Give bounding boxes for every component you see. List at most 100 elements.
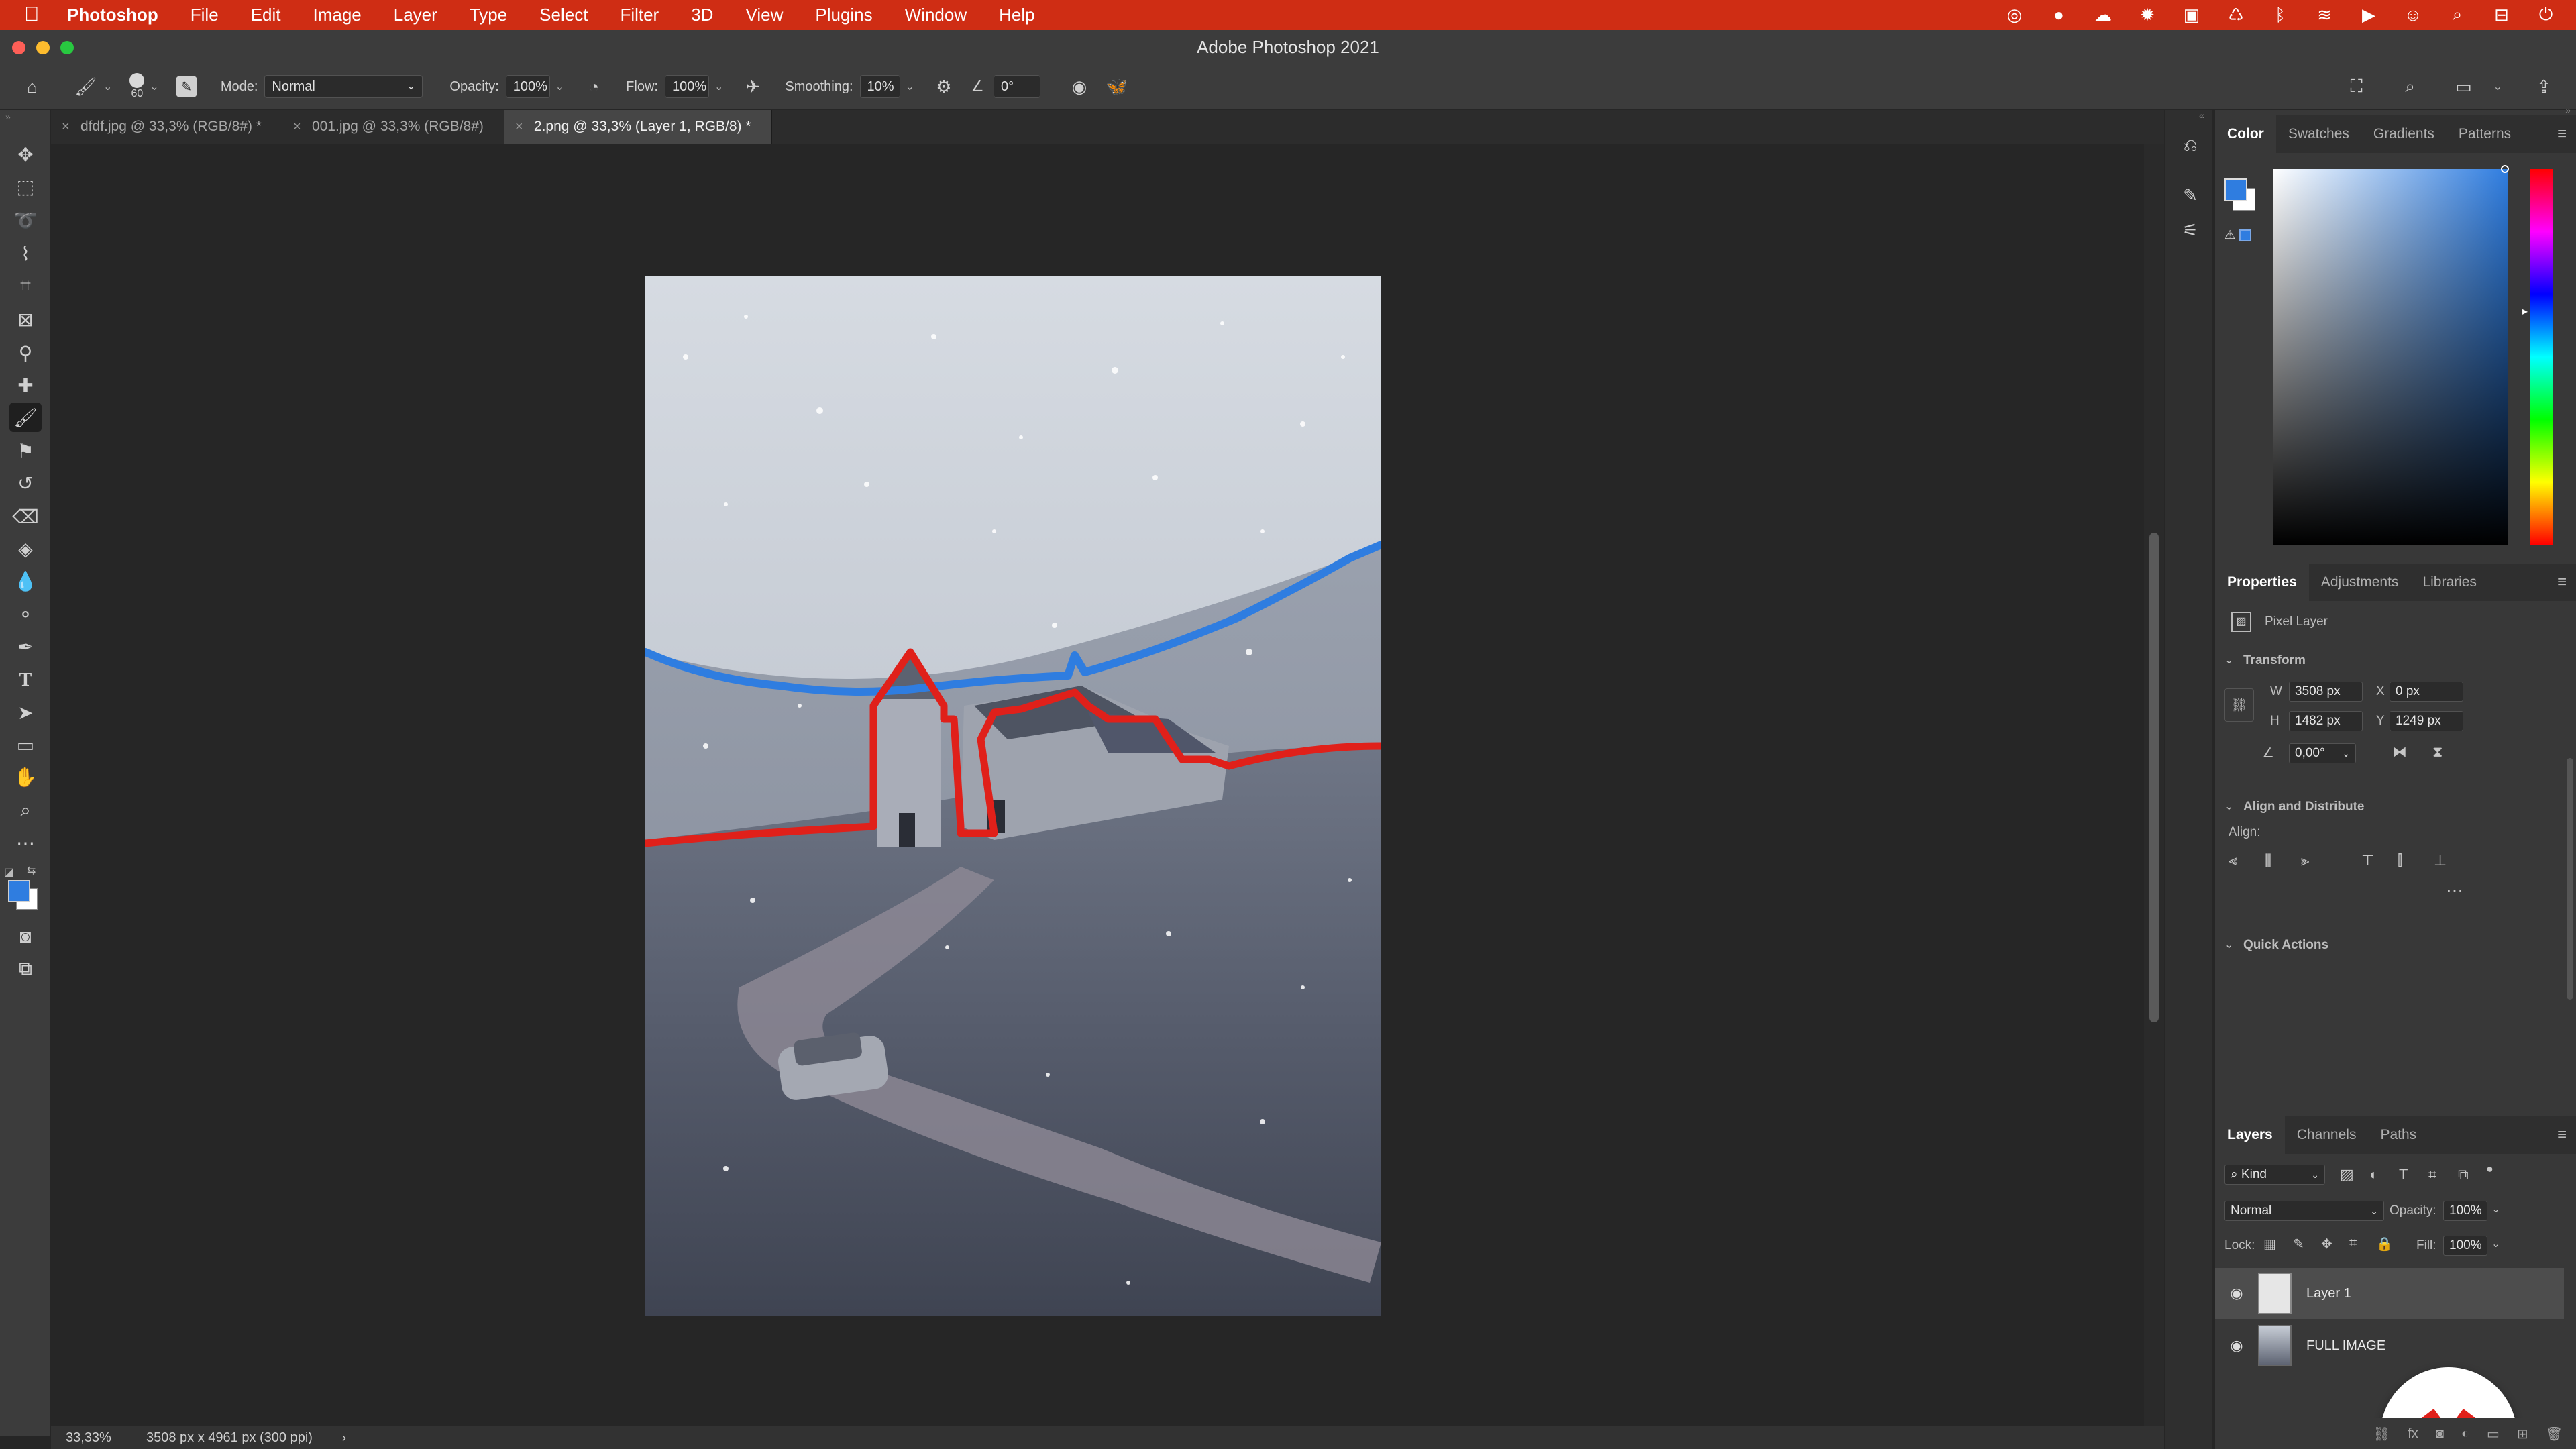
link-proportions-icon[interactable]: ⛓ (2224, 688, 2254, 722)
link-layers-icon[interactable]: ⛓ (2373, 1426, 2390, 1442)
symmetry-icon[interactable]: 🦋 (1105, 74, 1129, 99)
flip-vertical-icon[interactable]: ⧗ (2432, 743, 2443, 761)
tab-properties[interactable]: Properties (2215, 564, 2309, 601)
layer-effects-icon[interactable]: fx (2408, 1426, 2418, 1442)
filter-adjustment-icon[interactable]: ◐ (2369, 1166, 2378, 1183)
menu-layer[interactable]: Layer (394, 5, 437, 25)
zoom-tool-icon[interactable]: ⌕ (9, 796, 42, 825)
websafe-color-icon[interactable] (2239, 229, 2251, 241)
eye-icon[interactable]: ◉ (2215, 1337, 2258, 1354)
tool-presets-icon[interactable]: ⚟ (2175, 215, 2206, 246)
close-tab-icon[interactable]: × (293, 110, 301, 144)
mode-select[interactable]: Normal ⌄ (264, 75, 423, 98)
tab-001[interactable]: × 001.jpg @ 33,3% (RGB/8#) (282, 110, 504, 144)
x-input[interactable]: 0 px (2390, 682, 2463, 702)
document-canvas[interactable] (645, 276, 1381, 1316)
quick-mask-icon[interactable]: ◙ (9, 922, 42, 951)
history-brush-tool-icon[interactable]: ↺ (9, 468, 42, 498)
panel-menu-icon[interactable]: ≡ (2557, 1116, 2567, 1154)
y-input[interactable]: 1249 px (2390, 711, 2463, 731)
collapse-dock-icon[interactable]: « (2199, 110, 2204, 121)
gamut-warning-icon[interactable]: ⚠ (2224, 228, 2235, 242)
filter-pixel-icon[interactable]: ▨ (2340, 1166, 2354, 1183)
transform-title[interactable]: Transform (2243, 653, 2306, 668)
chevron-down-icon[interactable]: ⌄ (2491, 1202, 2500, 1216)
color-picker-handle[interactable] (2501, 165, 2509, 173)
brush-tool-icon[interactable]: 🖌 (9, 402, 42, 432)
lock-pixels-icon[interactable]: ✎ (2293, 1236, 2304, 1252)
cloud-sync-icon[interactable]: ☁ (2093, 5, 2113, 25)
menu-help[interactable]: Help (999, 5, 1034, 25)
more-tools-icon[interactable]: ⋯ (9, 828, 42, 857)
align-left-icon[interactable]: ⫷ (2229, 852, 2237, 869)
panel-menu-icon[interactable]: ≡ (2557, 115, 2567, 153)
menu-app-name[interactable]: Photoshop (67, 5, 158, 25)
menu-3d[interactable]: 3D (691, 5, 713, 25)
layer-row-layer-1[interactable]: ◉ Layer 1 (2215, 1268, 2564, 1319)
layer-name[interactable]: FULL IMAGE (2306, 1338, 2385, 1354)
tab-patterns[interactable]: Patterns (2447, 115, 2523, 153)
stamp-tool-icon[interactable]: ⚑ (9, 436, 42, 466)
brush-preset-icon[interactable]: 🖌 (74, 74, 98, 99)
power-icon[interactable]: ⏻ (2536, 4, 2556, 25)
search-icon[interactable]: ⌕ (2398, 74, 2422, 99)
menu-window[interactable]: Window (905, 5, 967, 25)
tab-channels[interactable]: Channels (2285, 1116, 2369, 1154)
flow-input[interactable]: 100% (664, 75, 709, 98)
blur-tool-icon[interactable]: 💧 (9, 566, 42, 596)
chevron-down-icon[interactable]: ⌄ (103, 80, 112, 93)
width-input[interactable]: 3508 px (2289, 682, 2363, 702)
eraser-tool-icon[interactable]: ⌫ (9, 502, 42, 531)
dodge-tool-icon[interactable]: ⚬ (9, 600, 42, 629)
app-badge-icon[interactable]: ▣ (2182, 5, 2202, 25)
learn-icon[interactable]: ⛶ (2345, 74, 2369, 99)
layer-name[interactable]: Layer 1 (2306, 1286, 2351, 1301)
blend-mode-select[interactable]: Normal ⌄ (2224, 1201, 2384, 1221)
user-icon[interactable]: ☺ (2403, 5, 2423, 25)
home-icon[interactable]: ⌂ (20, 74, 44, 99)
apple-icon[interactable]:  (24, 3, 51, 26)
rectangle-tool-icon[interactable]: ▭ (9, 730, 42, 759)
menu-filter[interactable]: Filter (620, 5, 659, 25)
hand-tool-icon[interactable]: ✋ (9, 762, 42, 792)
workspace-icon[interactable]: ▭ (2452, 74, 2476, 99)
zoom-window-button[interactable] (60, 41, 74, 54)
default-colors-icon[interactable]: ◪ (4, 865, 14, 879)
menu-select[interactable]: Select (539, 5, 588, 25)
properties-scrollbar[interactable] (2567, 758, 2573, 1000)
type-tool-icon[interactable]: T (9, 665, 42, 695)
lock-transparent-icon[interactable]: ▦ (2263, 1236, 2276, 1252)
chevron-down-icon[interactable]: ⌄ (555, 80, 564, 93)
control-center-icon[interactable]: ⊟ (2491, 5, 2512, 25)
brush-angle-input[interactable]: 0° (993, 75, 1040, 98)
delete-layer-icon[interactable]: 🗑 (2546, 1426, 2563, 1442)
menu-image[interactable]: Image (313, 5, 361, 25)
close-tab-icon[interactable]: × (62, 110, 70, 144)
color-field-picker[interactable] (2273, 169, 2508, 545)
wifi-off-icon[interactable]: ≋ (2314, 5, 2334, 25)
collapse-toolbar-icon[interactable]: » (5, 111, 11, 122)
vertical-scrollbar[interactable] (2144, 144, 2164, 1426)
status-menu-arrow-icon[interactable]: › (342, 1426, 346, 1449)
vertical-scroll-thumb[interactable] (2149, 533, 2159, 1022)
minimize-window-button[interactable] (36, 41, 50, 54)
lock-artboard-icon[interactable]: ⌗ (2349, 1236, 2357, 1251)
filter-shape-icon[interactable]: ⌗ (2428, 1166, 2436, 1183)
align-center-h-icon[interactable]: ⫼ (2265, 852, 2271, 869)
pen-tool-icon[interactable]: ✒ (9, 632, 42, 661)
screen-mode-icon[interactable]: ⧉ (9, 954, 42, 983)
record-icon[interactable]: ● (2049, 5, 2069, 25)
foreground-color-swatch[interactable] (8, 880, 30, 902)
chevron-down-icon[interactable]: ⌄ (2491, 1237, 2500, 1250)
quick-actions-title[interactable]: Quick Actions (2243, 938, 2328, 953)
bluetooth-icon[interactable]: ᛒ (2270, 5, 2290, 25)
tab-color[interactable]: Color (2215, 115, 2276, 153)
close-tab-icon[interactable]: × (515, 110, 523, 144)
brush-settings-panel-icon[interactable]: ✎ (2175, 180, 2206, 211)
tab-libraries[interactable]: Libraries (2410, 564, 2489, 601)
align-right-icon[interactable]: ⫸ (2301, 852, 2309, 869)
chevron-down-icon[interactable]: ⌄ (714, 80, 723, 93)
quick-select-tool-icon[interactable]: ⌇ (9, 239, 42, 268)
hue-slider-handle-icon[interactable]: ▸ (2522, 305, 2528, 318)
chevron-down-icon[interactable]: ⌄ (2224, 653, 2233, 667)
